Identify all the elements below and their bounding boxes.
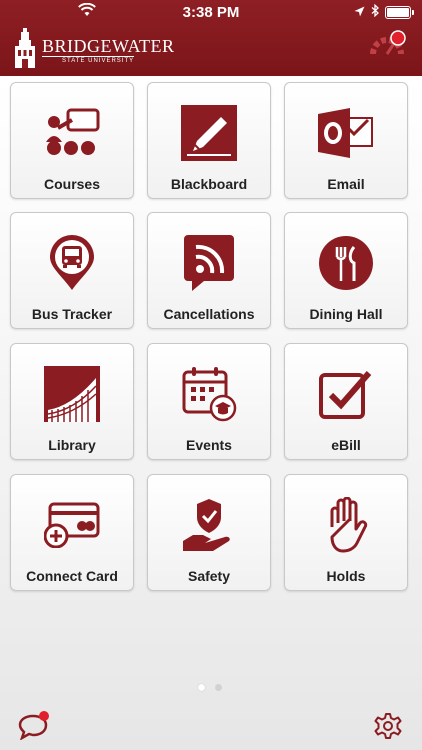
tile-label: Dining Hall	[309, 306, 383, 322]
tile-cancellations[interactable]: Cancellations	[147, 212, 271, 329]
ebill-icon	[318, 367, 374, 426]
battery-icon	[385, 5, 411, 19]
bell-tower-icon	[15, 28, 35, 68]
tile-label: Connect Card	[26, 568, 118, 584]
location-icon	[354, 4, 365, 21]
tile-ebill[interactable]: eBill	[284, 343, 408, 460]
tile-label: eBill	[331, 437, 361, 453]
tile-label: Bus Tracker	[31, 306, 113, 322]
bluetooth-icon	[371, 3, 379, 21]
blackboard-icon	[181, 104, 237, 166]
logo-subtitle: STATE UNIVERSITY	[62, 58, 135, 64]
status-bar: 3:38 PM	[0, 0, 422, 24]
tile-blackboard[interactable]: Blackboard	[147, 82, 271, 199]
tile-label: Holds	[326, 568, 366, 584]
tile-safety[interactable]: Safety	[147, 474, 271, 591]
holds-icon	[324, 496, 368, 558]
tile-dining-hall[interactable]: Dining Hall	[284, 212, 408, 329]
email-icon	[318, 106, 374, 165]
tile-library[interactable]: Library	[10, 343, 134, 460]
logo-wordmark: BRIDGEWATER	[42, 36, 175, 56]
tile-label: Events	[186, 437, 232, 453]
connect-card-icon	[43, 502, 100, 553]
tile-label: Cancellations	[163, 306, 255, 322]
page-dot[interactable]	[215, 684, 222, 691]
dining-hall-icon	[318, 235, 374, 296]
tile-label: Blackboard	[170, 176, 248, 192]
tile-label: Safety	[187, 568, 231, 584]
events-icon	[181, 366, 237, 427]
app-header: 3:38 PM BRIDGEWATER STATE UNIVERSITY	[0, 0, 422, 76]
university-logo: BRIDGEWATER STATE UNIVERSITY	[12, 28, 174, 70]
tile-events[interactable]: Events	[147, 343, 271, 460]
tile-label: Library	[48, 437, 96, 453]
safety-icon	[181, 497, 237, 558]
tile-bus-tracker[interactable]: Bus Tracker	[10, 212, 134, 329]
tile-label: Courses	[43, 176, 101, 192]
page-dot-active[interactable]	[198, 684, 205, 691]
tile-connect-card[interactable]: Connect Card	[10, 474, 134, 591]
cancellations-icon	[184, 234, 234, 296]
courses-icon	[44, 108, 100, 163]
tile-courses[interactable]: Courses	[10, 82, 134, 199]
tile-label: Email	[327, 176, 365, 192]
gear-icon[interactable]	[374, 712, 402, 745]
library-icon	[44, 365, 100, 427]
tile-holds[interactable]: Holds	[284, 474, 408, 591]
bus-tracker-icon	[49, 234, 95, 296]
tile-email[interactable]: Email	[284, 82, 408, 199]
speedometer-icon[interactable]	[369, 28, 409, 63]
chat-icon[interactable]	[18, 710, 52, 745]
